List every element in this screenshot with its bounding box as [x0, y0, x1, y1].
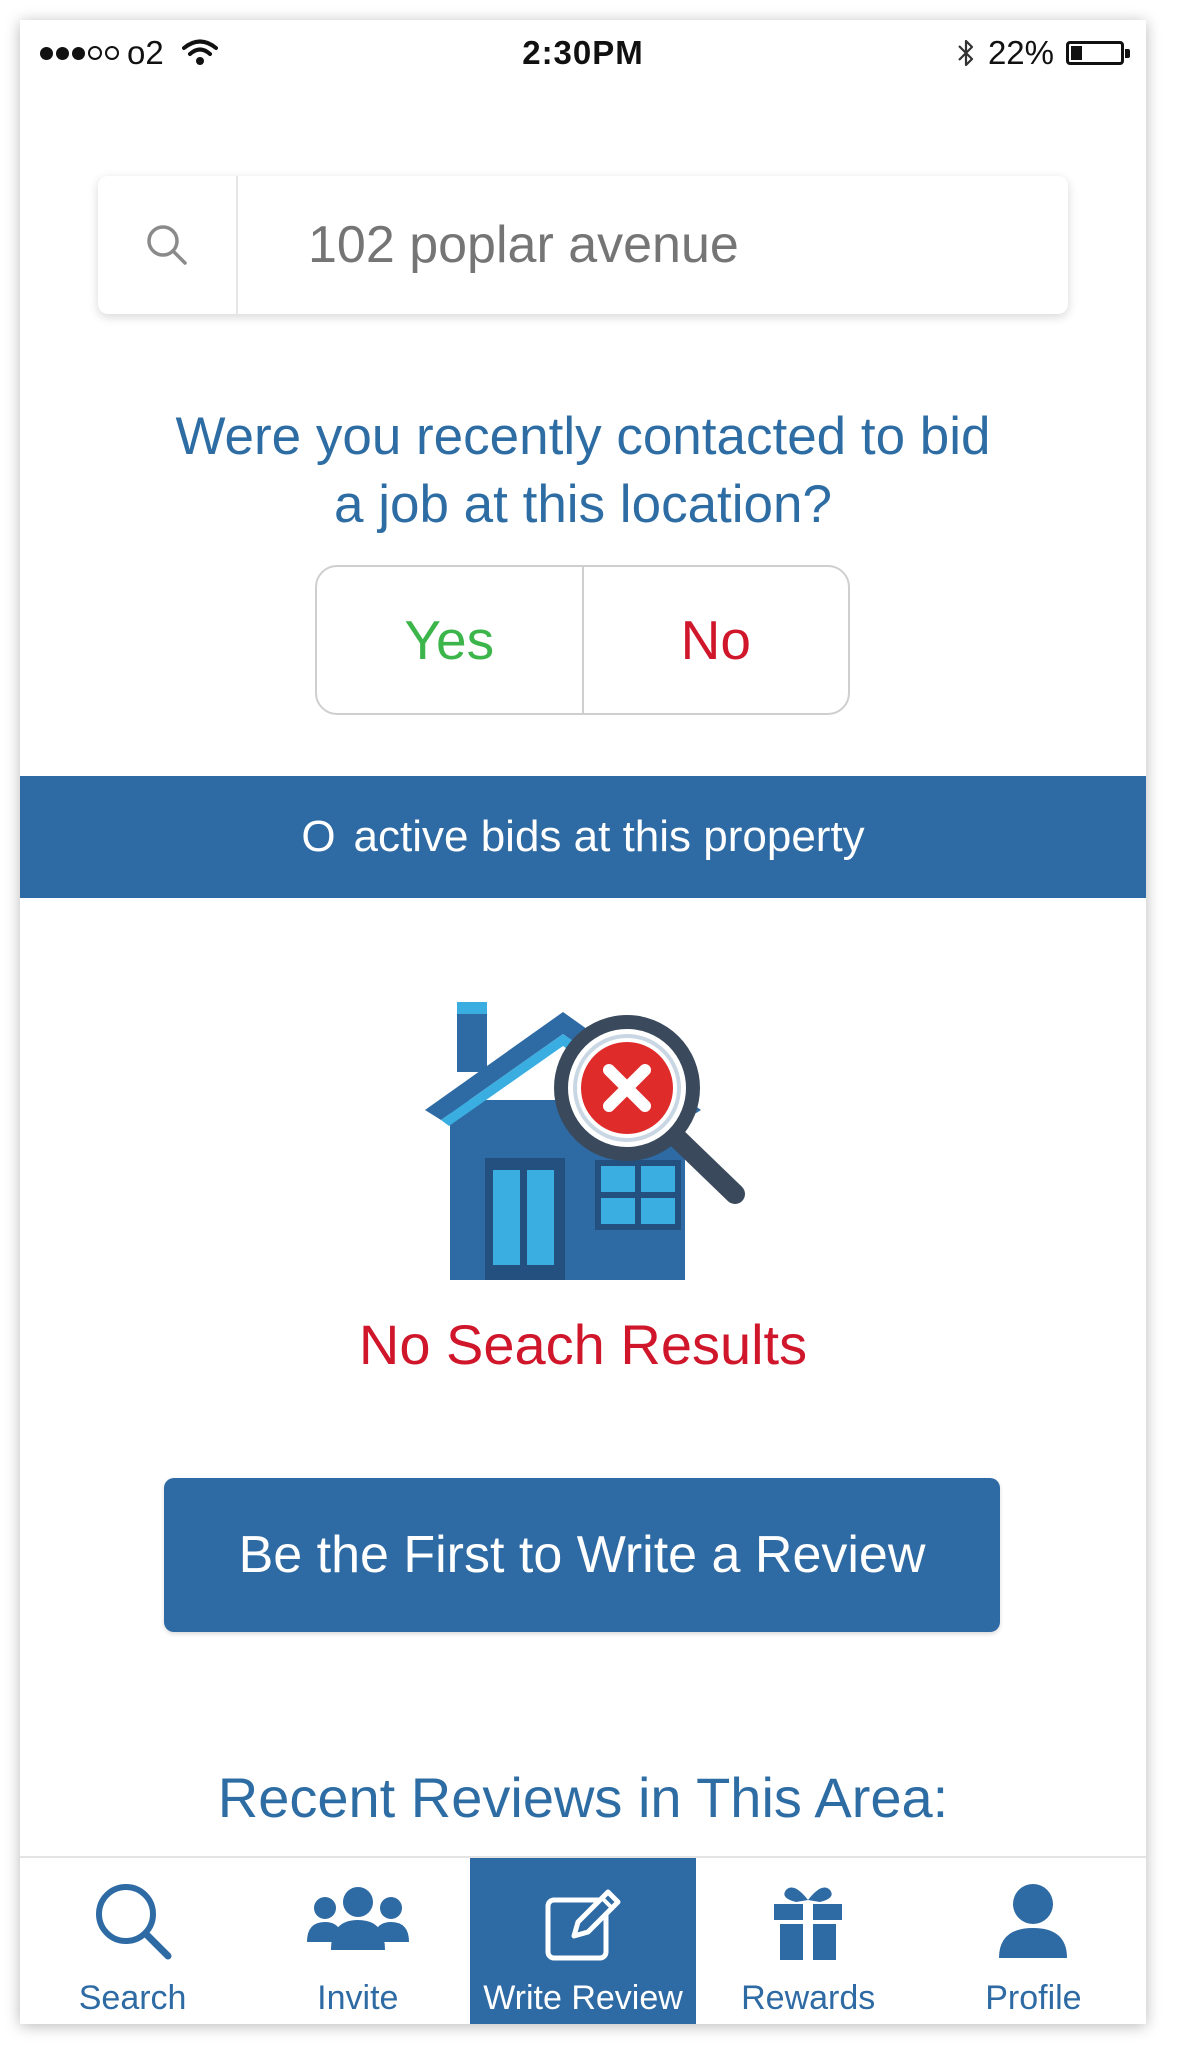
battery-level	[1071, 46, 1082, 60]
edit-icon	[545, 1889, 621, 1961]
battery-percent: 22%	[987, 34, 1054, 71]
search-icon	[95, 1884, 172, 1960]
tab-search-label: Search	[78, 1979, 187, 2017]
active-bids-text: active bids at this property	[353, 812, 865, 861]
yes-no-toggle: Yes No	[315, 565, 850, 715]
person-icon	[999, 1884, 1068, 1958]
write-first-review-button[interactable]: Be the First to Write a Review	[164, 1478, 1000, 1632]
tab-write-review[interactable]: Write Review	[470, 1858, 696, 2024]
status-bar: o2 2:30PM 22%	[20, 20, 1146, 92]
recent-reviews-heading: Recent Reviews in This Area:	[217, 1766, 949, 1829]
tab-search[interactable]: Search	[20, 1858, 245, 2024]
tab-profile-label: Profile	[985, 1979, 1082, 2017]
tab-write-review-label: Write Review	[483, 1979, 683, 2017]
search-icon	[147, 225, 187, 265]
search-icon-container	[98, 176, 238, 314]
bid-question: Were you recently contacted to bid a job…	[60, 403, 1106, 539]
tab-invite-label: Invite	[317, 1979, 399, 2017]
search-input[interactable]	[306, 214, 1010, 276]
bottom-tab-bar: Search Invite Write Review Rewards Profi…	[20, 1856, 1146, 2024]
people-icon	[306, 1887, 409, 1950]
search-bar[interactable]	[98, 176, 1068, 314]
battery-icon	[1066, 41, 1130, 65]
bid-question-line-1: Were you recently contacted to bid	[175, 407, 991, 466]
no-button[interactable]: No	[584, 567, 849, 713]
tab-profile[interactable]: Profile	[921, 1858, 1146, 2024]
active-bids-count: O	[301, 812, 336, 861]
no-results-text: No Seach Results	[358, 1313, 808, 1376]
bid-question-line-2: a job at this location?	[334, 475, 832, 534]
yes-button[interactable]: Yes	[317, 567, 584, 713]
house-no-results-icon	[425, 1002, 745, 1280]
gift-icon	[774, 1887, 843, 1960]
bluetooth-icon	[958, 39, 974, 67]
tab-invite[interactable]: Invite	[245, 1858, 470, 2024]
status-right: 22%	[956, 34, 1130, 72]
tab-rewards-label: Rewards	[741, 1979, 876, 2017]
app-screen: o2 2:30PM 22% Wer	[20, 20, 1146, 2024]
tab-rewards[interactable]: Rewards	[696, 1858, 921, 2024]
active-bids-banner: O active bids at this property	[20, 776, 1146, 898]
